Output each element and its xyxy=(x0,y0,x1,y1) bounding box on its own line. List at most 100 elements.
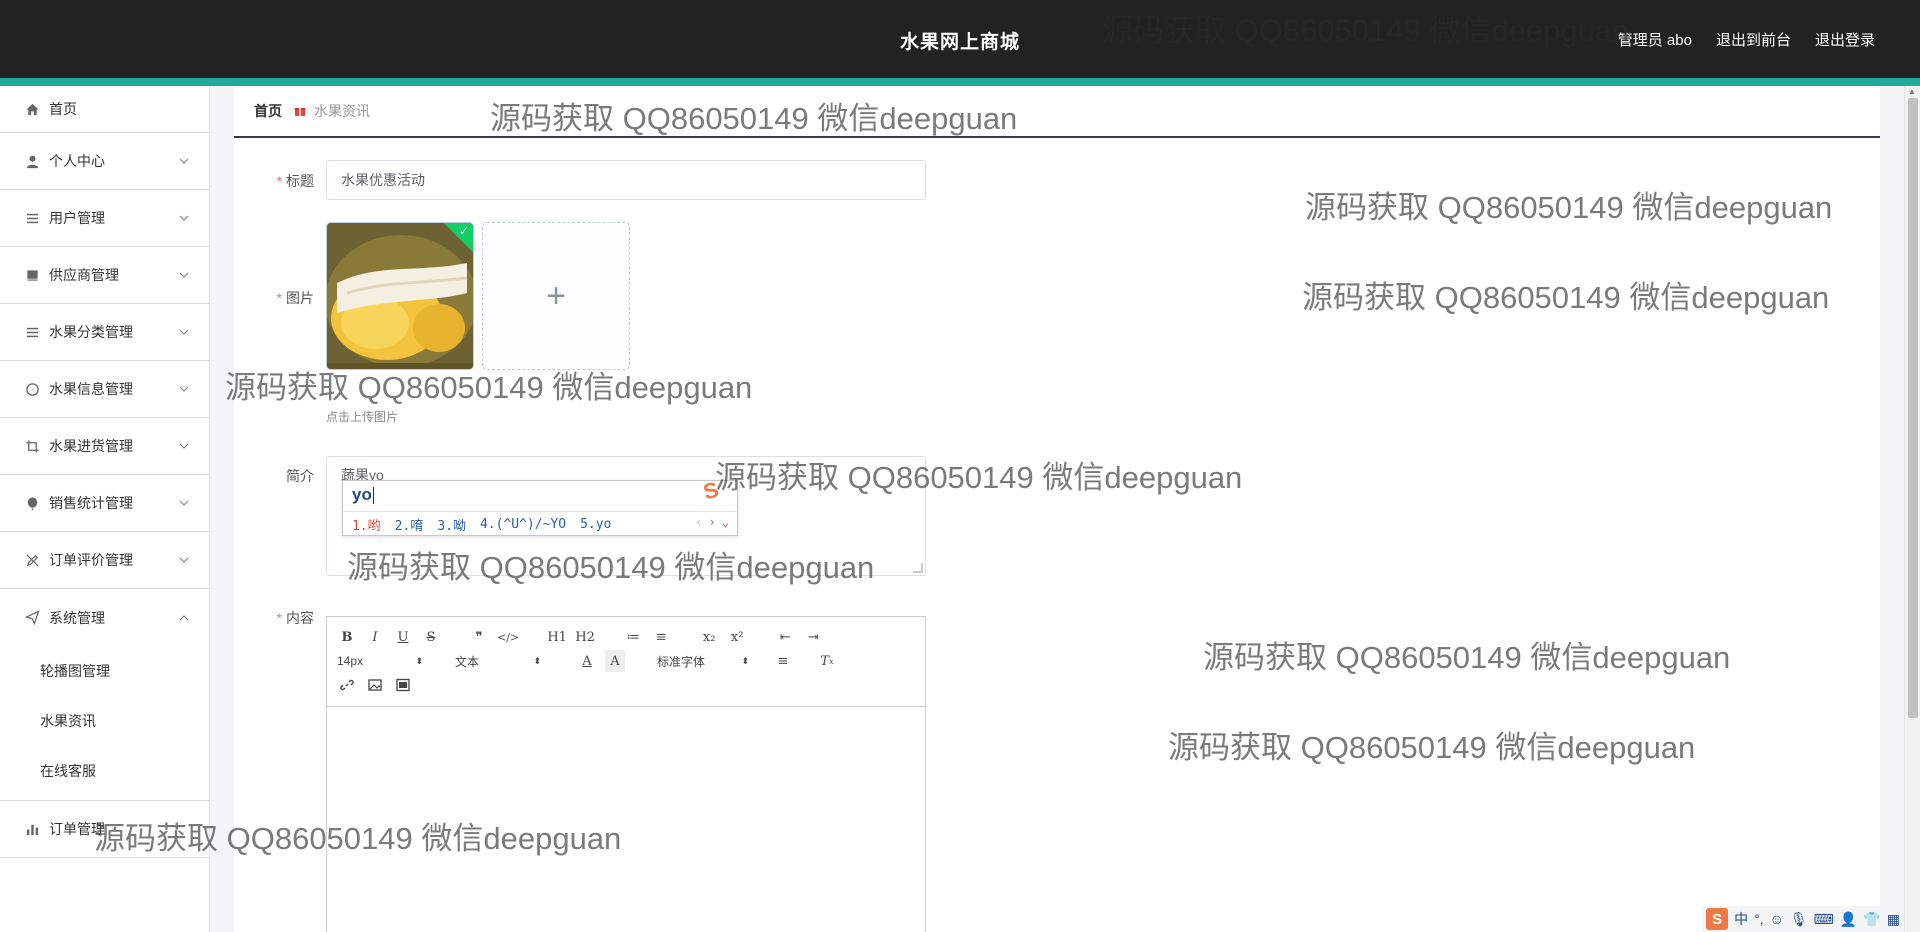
indent-button[interactable]: ⇥ xyxy=(803,626,823,648)
text-color-icon[interactable]: A xyxy=(577,650,597,672)
underline-button[interactable]: U xyxy=(393,626,413,648)
blockquote-button[interactable]: ❞ xyxy=(469,626,489,648)
select-arrow-icon: ⬍ xyxy=(533,655,541,666)
align-icon[interactable]: ≡ xyxy=(773,650,793,672)
sidebar-item-home[interactable]: 首页 xyxy=(0,86,209,133)
ime-candidate[interactable]: 5.yo xyxy=(580,517,611,532)
main-content: 首页 水果资讯 *标题 *图片 ✓ + 点击上传图片 简介 蔬果yo yo 1.… xyxy=(234,86,1880,932)
ime-language[interactable]: 中 xyxy=(1734,909,1748,929)
subscript-button[interactable]: x₂ xyxy=(699,626,719,648)
keyboard-icon[interactable]: ⌨ xyxy=(1814,911,1834,928)
chevron-up-icon xyxy=(179,614,189,620)
user-icon xyxy=(24,153,40,169)
sidebar-item-label: 供应商管理 xyxy=(49,267,119,283)
sidebar-subitem-online-service[interactable]: 在线客服 xyxy=(0,746,209,796)
chevron-down-icon xyxy=(179,272,189,278)
chevron-right-icon[interactable]: › xyxy=(709,515,716,529)
editor-content-area[interactable] xyxy=(327,707,925,932)
breadcrumb: 首页 水果资讯 xyxy=(234,86,1880,138)
image-icon[interactable] xyxy=(365,674,385,696)
sidebar-item-label: 水果分类管理 xyxy=(49,324,133,340)
chevron-down-icon[interactable]: ⌄ xyxy=(722,515,729,529)
ordered-list-button[interactable]: ≔ xyxy=(623,626,643,648)
microphone-icon[interactable]: 🎙 xyxy=(1790,911,1808,928)
check-icon: ✓ xyxy=(458,224,469,238)
top-bar: 水果网上商城 管理员 abo 退出到前台 退出登录 xyxy=(0,0,1920,78)
durian-image xyxy=(327,223,473,369)
video-icon[interactable] xyxy=(393,674,413,696)
resize-handle[interactable] xyxy=(913,563,923,573)
chevron-down-icon xyxy=(179,329,189,335)
chevron-down-icon xyxy=(179,500,189,506)
ime-candidate[interactable]: 2.唷 xyxy=(395,515,424,534)
header1-button[interactable]: H1 xyxy=(547,626,567,648)
header2-button[interactable]: H2 xyxy=(575,626,595,648)
chevron-down-icon xyxy=(179,215,189,221)
content-label: * 内容 xyxy=(276,610,314,626)
bullet-list-button[interactable]: ≡ xyxy=(651,626,671,648)
font-family-select[interactable]: 标准字体 ⬍ xyxy=(657,650,753,672)
ime-candidate[interactable]: 3.呦 xyxy=(437,515,466,534)
chevron-down-icon xyxy=(179,443,189,449)
punctuation-icon[interactable]: °, xyxy=(1754,911,1764,927)
book-icon xyxy=(24,267,40,283)
ime-candidate[interactable]: 1.哟 xyxy=(352,515,381,534)
chevron-down-icon xyxy=(179,557,189,563)
user-tray-icon[interactable]: 👤 xyxy=(1840,911,1857,928)
sogou-tray-icon[interactable]: S xyxy=(1706,908,1729,930)
title-input[interactable] xyxy=(326,160,926,200)
title-label: * 标题 xyxy=(276,173,314,189)
skin-icon[interactable]: 👕 xyxy=(1863,911,1880,928)
outdent-button[interactable]: ⇤ xyxy=(775,626,795,648)
sidebar-item-system[interactable]: 系统管理 xyxy=(0,589,209,646)
ime-candidate[interactable]: 4.(^U^)/~YO xyxy=(480,517,566,532)
app-title: 水果网上商城 xyxy=(900,32,1021,53)
breadcrumb-home[interactable]: 首页 xyxy=(254,101,282,121)
sidebar-item-personal[interactable]: 个人中心 xyxy=(0,133,209,190)
plus-icon: + xyxy=(546,276,566,315)
italic-button[interactable]: I xyxy=(365,626,385,648)
emoji-icon[interactable]: ☺ xyxy=(1770,911,1784,927)
chevron-down-icon xyxy=(179,158,189,164)
sidebar-item-order-reviews[interactable]: 订单评价管理 xyxy=(0,532,209,589)
chevron-left-icon[interactable]: ‹ xyxy=(695,515,702,529)
bar-chart-icon xyxy=(24,821,40,837)
grid-icon[interactable]: ▦ xyxy=(1887,911,1900,928)
code-block-button[interactable]: </> xyxy=(497,626,519,648)
scrollbar-thumb[interactable] xyxy=(1908,98,1918,718)
sidebar-item-users[interactable]: 用户管理 xyxy=(0,190,209,247)
ime-candidate-list: 1.哟 2.唷 3.呦 4.(^U^)/~YO 5.yo ‹ › ⌄ xyxy=(343,511,737,536)
sidebar-subitem-carousel[interactable]: 轮播图管理 xyxy=(0,646,209,696)
upload-button[interactable]: + xyxy=(482,222,630,370)
sidebar-item-label: 订单评价管理 xyxy=(49,552,133,568)
ime-candidate-window: yo 1.哟 2.唷 3.呦 4.(^U^)/~YO 5.yo ‹ › ⌄ xyxy=(342,480,738,536)
link-icon[interactable] xyxy=(337,674,357,696)
page-scrollbar[interactable]: ▲ xyxy=(1904,86,1920,932)
top-accent-bar xyxy=(0,78,1920,86)
sidebar-subitem-fruit-news[interactable]: 水果资讯 xyxy=(0,696,209,746)
admin-label: 管理员 abo xyxy=(1617,32,1692,49)
sidebar-item-fruit-category[interactable]: 水果分类管理 xyxy=(0,304,209,361)
strike-button[interactable]: S xyxy=(421,626,441,648)
bold-button[interactable]: B xyxy=(337,626,357,648)
sidebar-item-orders[interactable]: 订单管理 xyxy=(0,801,209,858)
scroll-up-icon[interactable]: ▲ xyxy=(1908,87,1916,96)
sidebar-item-fruit-purchase[interactable]: 水果进货管理 xyxy=(0,418,209,475)
logout-link[interactable]: 退出登录 xyxy=(1815,29,1875,50)
system-submenu: 轮播图管理 水果资讯 在线客服 xyxy=(0,646,209,801)
sidebar-item-suppliers[interactable]: 供应商管理 xyxy=(0,247,209,304)
sidebar-item-sales-stats[interactable]: 销售统计管理 xyxy=(0,475,209,532)
toolbar-row-2: 14px ⬍ 文本 ⬍ A A 标准字体 ⬍ ≡ Tx xyxy=(337,649,915,673)
to-front-link[interactable]: 退出到前台 xyxy=(1716,29,1791,50)
background-color-icon[interactable]: A xyxy=(605,650,625,672)
block-type-select[interactable]: 文本 ⬍ xyxy=(455,650,545,672)
superscript-button[interactable]: x² xyxy=(727,626,747,648)
breadcrumb-current: 水果资讯 xyxy=(314,103,370,119)
uploaded-image[interactable]: ✓ xyxy=(326,222,474,370)
sidebar-item-label: 水果进货管理 xyxy=(49,438,133,454)
sidebar-item-fruit-info[interactable]: 水果信息管理 xyxy=(0,361,209,418)
clear-format-icon[interactable]: Tx xyxy=(817,650,837,672)
compass-icon xyxy=(24,381,40,397)
ime-composition: yo xyxy=(352,485,372,504)
font-size-select[interactable]: 14px ⬍ xyxy=(337,650,427,672)
